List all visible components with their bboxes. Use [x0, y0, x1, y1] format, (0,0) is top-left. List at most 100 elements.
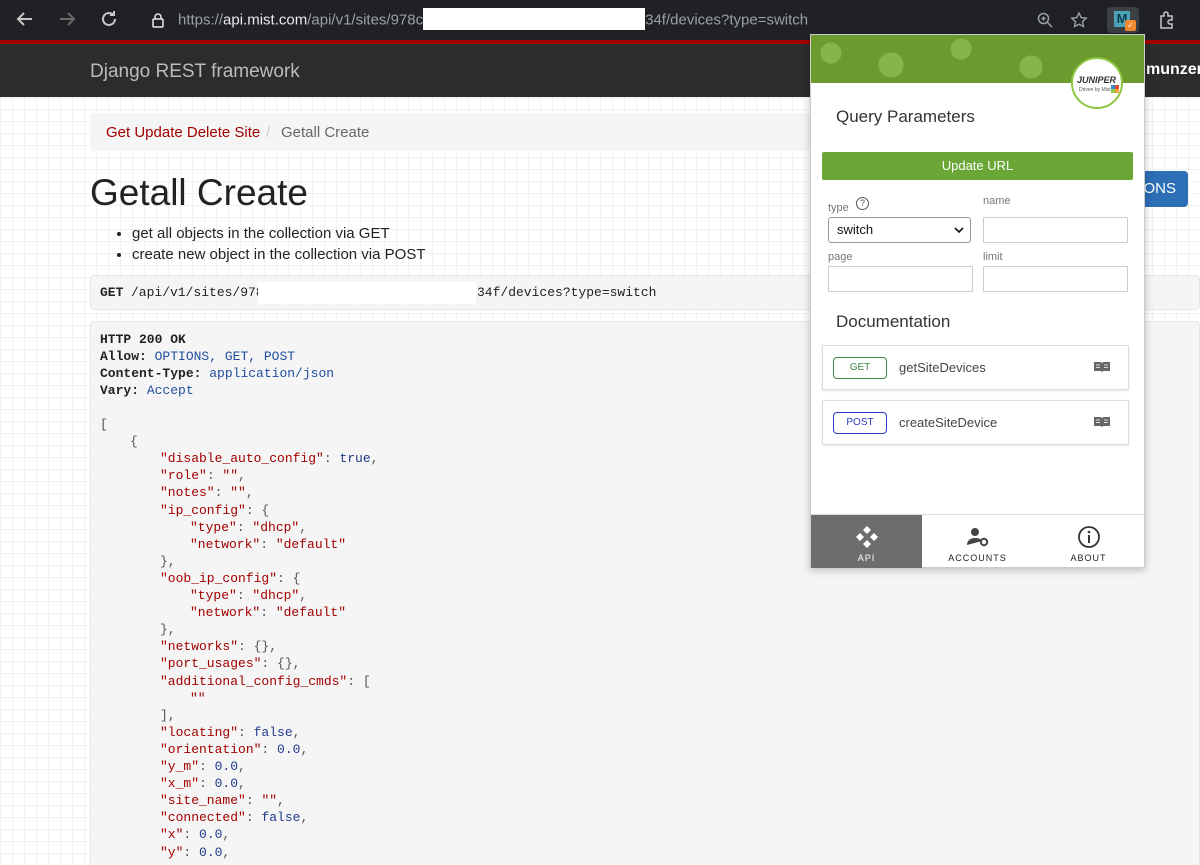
json-line: "network": "default": [190, 605, 347, 621]
json-line: "type": "dhcp",: [190, 519, 308, 535]
description-list: get all objects in the collection via GE…: [132, 225, 425, 267]
get-method-badge: GET: [833, 357, 887, 379]
response-header: Allow: OPTIONS, GET, POST: [100, 348, 295, 365]
book-icon[interactable]: [1093, 360, 1111, 374]
doc-name: getSiteDevices: [899, 360, 986, 375]
doc-item-create-site-device[interactable]: POST createSiteDevice: [822, 400, 1129, 445]
json-line: "y_m": 0.0,: [160, 759, 246, 774]
redacted-area: [258, 282, 476, 304]
redacted-area: [423, 8, 646, 30]
update-url-button[interactable]: Update URL: [822, 152, 1133, 180]
header-name: Content-Type:: [100, 366, 202, 381]
json-line: "notes": "",: [160, 485, 254, 501]
breadcrumb-separator: /: [266, 124, 271, 141]
json-line: "locating": false,: [160, 724, 301, 740]
response-header: Content-Type: application/json: [100, 365, 334, 382]
json-line: },: [160, 553, 176, 569]
url-scheme: https://: [178, 11, 224, 29]
info-icon: [1078, 526, 1100, 548]
header-value: OPTIONS, GET, POST: [154, 349, 296, 364]
header-value: application/json: [209, 366, 335, 381]
json-line: {: [130, 434, 138, 450]
tab-label: ABOUT: [1070, 553, 1107, 563]
lock-icon: [152, 13, 164, 28]
reload-icon[interactable]: [98, 8, 120, 30]
url-path-start: /api/v1/sites/978c: [307, 11, 424, 29]
json-line: "site_name": "",: [160, 793, 285, 809]
tab-accounts[interactable]: ACCOUNTS: [922, 515, 1033, 568]
header-name: Allow:: [100, 349, 147, 364]
url-text: https://api.mist.com/api/v1/sites/978c 34…: [178, 8, 809, 30]
page-label: page: [828, 251, 853, 263]
json-line: "type": "dhcp",: [190, 588, 308, 603]
chevron-down-icon: [954, 218, 964, 251]
json-line: "network": "default": [190, 536, 347, 552]
name-label: name: [983, 195, 1011, 207]
url-path-end: 34f/devices?type=switch: [645, 11, 809, 29]
json-line: "oob_ip_config": {: [160, 570, 301, 586]
bookmark-star-icon[interactable]: [1070, 11, 1088, 29]
header-name: Vary:: [100, 383, 140, 398]
query-parameters-heading: Query Parameters: [836, 107, 975, 126]
page-title: Getall Create: [90, 172, 308, 213]
json-line: "orientation": 0.0,: [160, 741, 309, 757]
json-line: "": [190, 690, 206, 706]
type-label: type: [828, 202, 849, 214]
response-status: HTTP 200 OK: [100, 332, 186, 347]
help-icon[interactable]: ?: [856, 197, 869, 210]
accounts-icon: [967, 528, 989, 547]
logo-text: JUNIPER: [1077, 75, 1117, 85]
zoom-icon[interactable]: [1036, 11, 1054, 29]
type-select[interactable]: switch: [828, 217, 971, 243]
json-line: "networks": {},: [160, 639, 278, 655]
limit-label: limit: [983, 251, 1003, 263]
json-line: "x": 0.0,: [160, 827, 231, 843]
json-line: "additional_config_cmds": [: [160, 673, 371, 689]
request-path-start: /api/v1/sites/978c: [131, 285, 272, 300]
post-method-badge: POST: [833, 412, 887, 434]
doc-name: createSiteDevice: [899, 415, 998, 430]
request-method: GET: [100, 285, 124, 300]
json-line: },: [160, 622, 176, 638]
tab-about[interactable]: ABOUT: [1033, 515, 1144, 568]
json-line: "y": 0.0,: [160, 844, 231, 860]
name-input[interactable]: [983, 217, 1128, 243]
breadcrumb-current: Getall Create: [281, 124, 370, 141]
forward-icon[interactable]: [56, 8, 78, 30]
description-item: get all objects in the collection via GE…: [132, 225, 425, 246]
page-input[interactable]: [828, 266, 973, 292]
json-line: "role": "",: [160, 468, 246, 484]
json-line: "x_m": 0.0,: [160, 776, 246, 792]
book-icon[interactable]: [1093, 415, 1111, 429]
popup-footer-tabs: API ACCOUNTS ABOUT: [811, 514, 1144, 568]
mist-extension-icon[interactable]: M ✓: [1107, 7, 1139, 33]
tab-label: ACCOUNTS: [948, 553, 1007, 563]
json-line: [: [100, 417, 108, 432]
documentation-heading: Documentation: [836, 312, 951, 331]
address-bar[interactable]: https://api.mist.com/api/v1/sites/978c 34…: [136, 5, 1100, 35]
user-menu[interactable]: munzer@: [1146, 61, 1200, 79]
json-line: ],: [160, 707, 176, 723]
drf-brand[interactable]: Django REST framework: [90, 61, 300, 83]
description-item: create new object in the collection via …: [132, 246, 425, 267]
tab-label: API: [857, 553, 876, 563]
request-path-end: 34f/devices?type=switch: [477, 285, 657, 300]
header-value: Accept: [146, 383, 194, 398]
json-line: "connected": false,: [160, 810, 309, 826]
extensions-puzzle-icon[interactable]: [1158, 10, 1176, 30]
url-host: api.mist.com: [223, 11, 308, 29]
json-line: "disable_auto_config": true,: [160, 451, 379, 467]
api-icon: [856, 526, 878, 548]
json-line: "port_usages": {},: [160, 656, 301, 672]
doc-item-get-site-devices[interactable]: GET getSiteDevices: [822, 345, 1129, 390]
limit-input[interactable]: [983, 266, 1128, 292]
tab-api[interactable]: API: [811, 515, 922, 568]
juniper-logo: JUNIPER Driven by Mist AI: [1071, 57, 1123, 109]
breadcrumb: Get Update Delete Site / Getall Create: [90, 113, 810, 151]
breadcrumb-parent-link[interactable]: Get Update Delete Site: [106, 124, 260, 141]
back-icon[interactable]: [14, 8, 36, 30]
json-line: "ip_config": {: [160, 502, 270, 518]
type-select-value: switch: [837, 222, 874, 237]
mist-extension-popup: JUNIPER Driven by Mist AI Query Paramete…: [810, 34, 1145, 568]
response-header: Vary: Accept: [100, 382, 194, 399]
